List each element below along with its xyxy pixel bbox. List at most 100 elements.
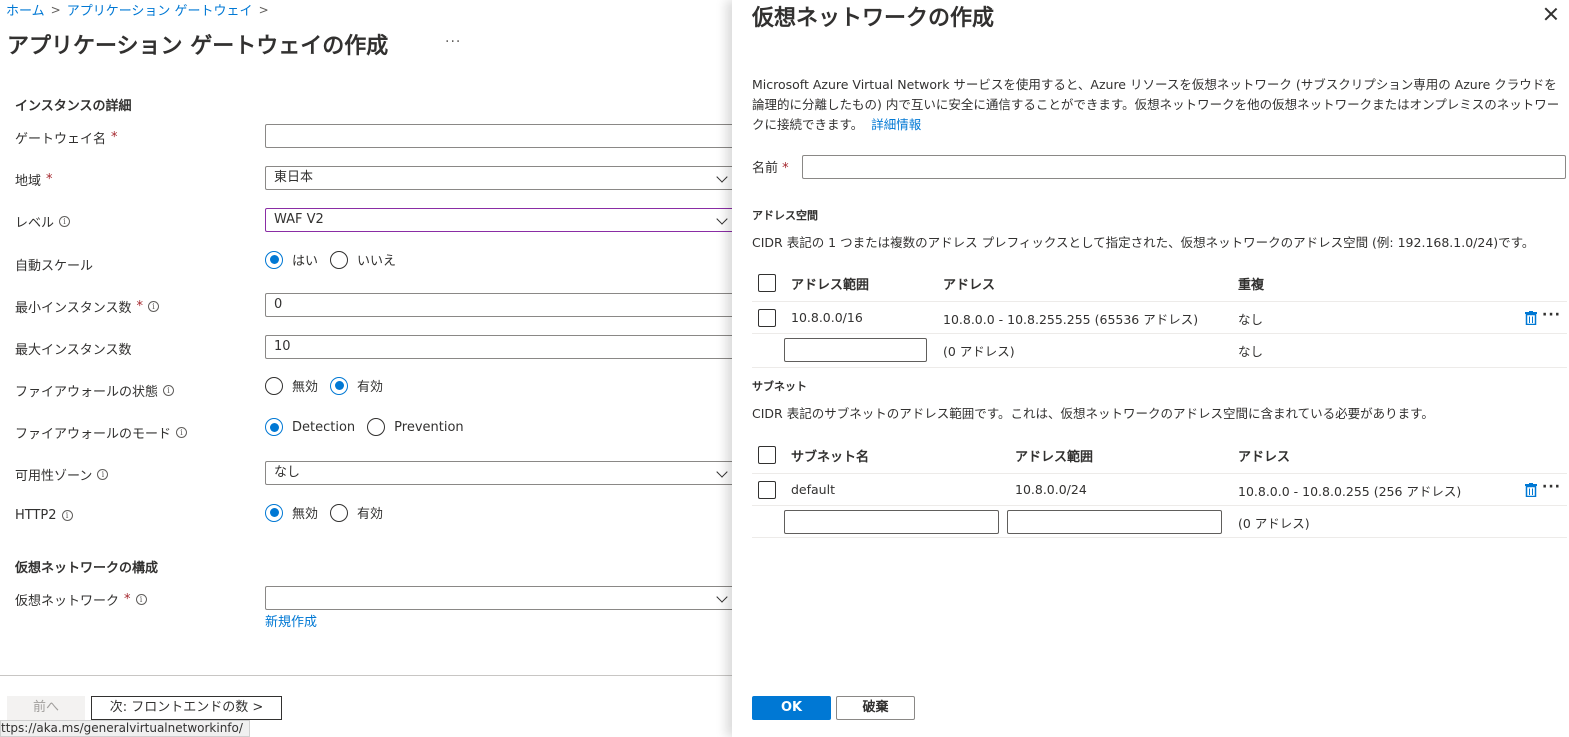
tier-label: レベル i	[15, 212, 71, 231]
new-subnet-name-input[interactable]	[784, 510, 999, 534]
info-icon[interactable]: i	[163, 385, 175, 396]
radio-selected[interactable]	[265, 503, 283, 522]
prevention-option[interactable]: Prevention	[367, 418, 464, 436]
required-mark: *	[46, 172, 53, 187]
table-divider	[752, 505, 1567, 506]
tier-label-text: レベル	[15, 216, 55, 231]
required-mark: *	[124, 592, 131, 607]
address-row-checkbox[interactable]	[758, 309, 776, 327]
max-instances-input[interactable]: 10	[265, 335, 732, 359]
create-new-vnet-link[interactable]: 新規作成	[265, 611, 317, 630]
learn-more-link[interactable]: 詳細情報	[871, 117, 921, 132]
subnet-addresses-cell: 10.8.0.0 - 10.8.0.255 (256 アドレス)	[1238, 484, 1462, 499]
select-all-subnet-checkbox[interactable]	[758, 446, 776, 464]
availability-zone-value: なし	[274, 465, 301, 480]
discard-button[interactable]: 破棄	[836, 696, 915, 720]
column-header-subnet-name: サブネット名	[791, 450, 870, 465]
gateway-name-label-text: ゲートウェイ名	[15, 132, 107, 147]
detection-option[interactable]: Detection	[265, 418, 355, 436]
table-divider	[752, 473, 1567, 474]
autoscale-no-option[interactable]: いいえ	[330, 250, 396, 269]
tier-value: WAF V2	[274, 212, 324, 227]
autoscale-no-label: いいえ	[357, 254, 397, 269]
info-icon[interactable]: i	[176, 427, 188, 438]
info-icon[interactable]: i	[61, 510, 73, 521]
address-space-heading: アドレス空間	[752, 209, 818, 222]
max-instances-label: 最大インスタンス数	[15, 343, 132, 358]
info-icon[interactable]: i	[147, 301, 159, 312]
ok-button[interactable]: OK	[752, 696, 831, 720]
required-mark: *	[136, 299, 143, 314]
radio-selected[interactable]	[265, 418, 283, 436]
firewall-mode-radio-group: Detection Prevention	[265, 418, 468, 436]
autoscale-yes-label: はい	[292, 254, 319, 269]
breadcrumb-separator: >	[50, 2, 61, 17]
min-instances-input[interactable]: 0	[265, 293, 732, 317]
required-mark: *	[111, 130, 118, 145]
chevron-down-icon	[716, 213, 728, 225]
address-space-description: CIDR 表記の 1 つまたは複数のアドレス プレフィックスとして指定された、仮…	[752, 235, 1535, 250]
availability-zone-dropdown[interactable]: なし	[265, 461, 732, 485]
new-subnet-addresses-cell: (0 アドレス)	[1238, 516, 1310, 531]
firewall-enabled-option[interactable]: 有効	[330, 376, 383, 395]
instance-details-heading: インスタンスの詳細	[15, 99, 132, 114]
info-icon[interactable]: i	[59, 216, 71, 227]
vnet-config-heading: 仮想ネットワークの構成	[15, 561, 159, 576]
http2-radio-group: 無効 有効	[265, 503, 387, 522]
subnet-row-checkbox[interactable]	[758, 481, 776, 499]
firewall-mode-label-text: ファイアウォールのモード	[15, 427, 172, 442]
new-overlap-cell: なし	[1238, 344, 1264, 359]
gateway-name-input[interactable]	[265, 124, 732, 148]
new-subnet-range-input[interactable]	[1007, 510, 1222, 534]
create-app-gateway-blade: ホーム > アプリケーション ゲートウェイ > アプリケーション ゲートウェイの…	[0, 0, 732, 737]
trash-icon[interactable]	[1525, 311, 1537, 325]
vnet-name-input[interactable]	[802, 155, 1566, 179]
autoscale-label: 自動スケール	[15, 259, 94, 274]
subnets-description: CIDR 表記のサブネットのアドレス範囲です。これは、仮想ネットワークのアドレス…	[752, 406, 1434, 421]
vnet-label: 仮想ネットワーク * i	[15, 590, 147, 609]
radio-unselected[interactable]	[330, 503, 349, 522]
subnet-range-cell: 10.8.0.0/24	[1015, 482, 1087, 497]
info-icon[interactable]: i	[97, 469, 109, 480]
radio-unselected[interactable]	[330, 250, 349, 269]
panel-title: 仮想ネットワークの作成	[752, 6, 995, 31]
next-frontend-button[interactable]: 次: フロントエンドの数 >	[91, 696, 282, 720]
select-all-address-checkbox[interactable]	[758, 274, 776, 292]
new-addresses-cell: (0 アドレス)	[943, 344, 1015, 359]
table-divider	[752, 537, 1567, 538]
more-icon[interactable]: ···	[1542, 479, 1561, 495]
firewall-disabled-option[interactable]: 無効	[265, 376, 318, 395]
page-title: アプリケーション ゲートウェイの作成	[7, 34, 389, 59]
close-icon[interactable]	[1544, 7, 1558, 21]
vnet-dropdown[interactable]	[265, 586, 732, 610]
column-header-subnet-addresses: アドレス	[1238, 450, 1291, 465]
http2-label: HTTP2 i	[15, 508, 73, 523]
more-icon[interactable]: ···	[445, 34, 461, 50]
radio-unselected[interactable]	[265, 376, 283, 395]
autoscale-yes-option[interactable]: はい	[265, 250, 318, 269]
availability-zone-label-text: 可用性ゾーン	[15, 469, 93, 484]
http2-disabled-option[interactable]: 無効	[265, 503, 318, 522]
tier-dropdown[interactable]: WAF V2	[265, 208, 732, 232]
region-dropdown[interactable]: 東日本	[265, 166, 732, 190]
info-icon[interactable]: i	[135, 594, 147, 605]
chevron-down-icon	[716, 171, 728, 183]
new-address-range-input[interactable]	[784, 338, 927, 362]
footer-divider	[0, 675, 732, 676]
column-header-address-range: アドレス範囲	[791, 278, 870, 293]
radio-selected[interactable]	[265, 250, 283, 269]
radio-unselected[interactable]	[367, 418, 386, 436]
gateway-name-label: ゲートウェイ名 *	[15, 128, 118, 147]
addresses-cell: 10.8.0.0 - 10.8.255.255 (65536 アドレス)	[943, 312, 1199, 327]
http2-enabled-option[interactable]: 有効	[330, 503, 383, 522]
more-icon[interactable]: ···	[1542, 307, 1561, 323]
chevron-down-icon	[716, 466, 728, 478]
previous-button[interactable]: 前へ	[7, 696, 85, 720]
firewall-status-radio-group: 無効 有効	[265, 376, 387, 395]
breadcrumb-home[interactable]: ホーム	[6, 0, 45, 19]
radio-selected[interactable]	[330, 376, 349, 395]
detection-label: Detection	[292, 419, 356, 435]
trash-icon[interactable]	[1525, 483, 1537, 497]
region-label-text: 地域	[15, 174, 42, 189]
breadcrumb-app-gateway[interactable]: アプリケーション ゲートウェイ	[67, 0, 253, 19]
